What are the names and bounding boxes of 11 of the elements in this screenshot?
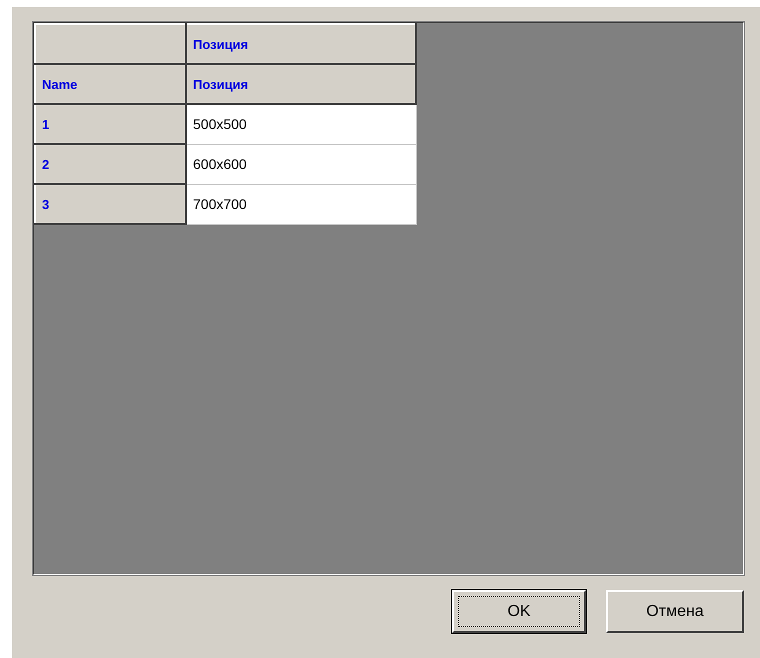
table-cell[interactable]: 600x600 bbox=[186, 144, 416, 184]
row-header-cell[interactable]: 2 bbox=[35, 144, 186, 184]
cancel-button[interactable]: Отмена bbox=[606, 590, 744, 633]
table-cell[interactable]: 700x700 bbox=[186, 184, 416, 224]
ok-button[interactable]: OK bbox=[452, 590, 586, 633]
table-cell[interactable]: 500x500 bbox=[186, 104, 416, 144]
column-header-cell[interactable]: Name bbox=[35, 64, 186, 104]
group-header-cell: Позиция bbox=[186, 24, 416, 64]
row-header-cell[interactable]: 1 bbox=[35, 104, 186, 144]
row-header-cell[interactable]: 3 bbox=[35, 184, 186, 224]
column-header-cell[interactable]: Позиция bbox=[186, 64, 416, 104]
